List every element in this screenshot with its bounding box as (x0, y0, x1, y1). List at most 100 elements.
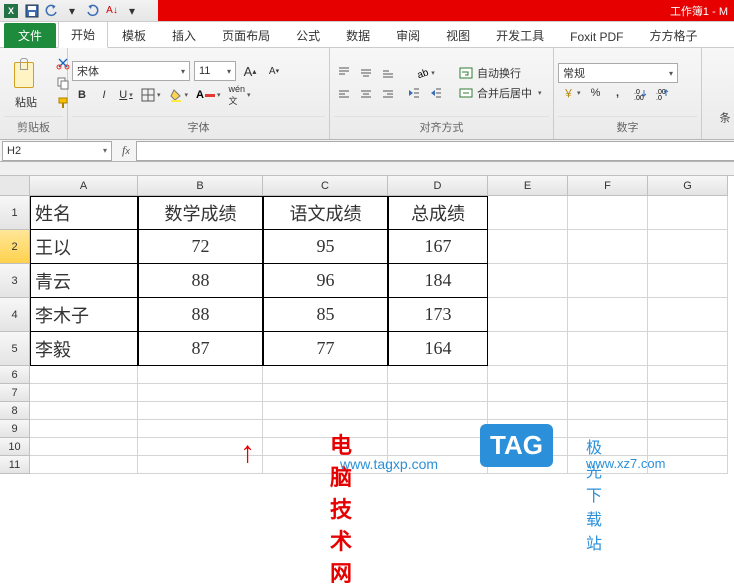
col-header-g[interactable]: G (648, 176, 728, 196)
bold-button[interactable]: B (72, 85, 92, 105)
cell[interactable] (488, 420, 568, 438)
col-header-b[interactable]: B (138, 176, 263, 196)
cell[interactable] (488, 438, 568, 456)
orientation-icon[interactable]: ab▾ (404, 63, 446, 83)
align-left-icon[interactable] (334, 84, 354, 104)
cell[interactable] (263, 420, 388, 438)
cell[interactable] (648, 332, 728, 366)
font-size-combo[interactable]: 11▾ (194, 61, 236, 81)
currency-icon[interactable]: ￥▾ (558, 83, 584, 103)
cell[interactable] (568, 420, 648, 438)
align-bottom-icon[interactable] (378, 62, 398, 82)
align-center-icon[interactable] (356, 84, 376, 104)
cell[interactable] (388, 402, 488, 420)
cell[interactable] (568, 366, 648, 384)
row-header[interactable]: 3 (0, 264, 30, 298)
cell[interactable] (263, 456, 388, 474)
tab-formulas[interactable]: 公式 (284, 23, 332, 48)
formula-input[interactable] (136, 141, 734, 161)
cell[interactable] (488, 366, 568, 384)
increase-decimal-icon[interactable]: .0.00 (630, 83, 650, 103)
cell[interactable] (388, 420, 488, 438)
cell[interactable]: 77 (263, 332, 388, 366)
cell[interactable] (648, 264, 728, 298)
cell[interactable] (138, 456, 263, 474)
comma-icon[interactable]: , (608, 83, 628, 103)
cell[interactable] (488, 332, 568, 366)
cell[interactable]: 85 (263, 298, 388, 332)
cell[interactable]: 88 (138, 298, 263, 332)
row-header[interactable]: 9 (0, 420, 30, 438)
cell[interactable] (488, 230, 568, 264)
cell[interactable]: 167 (388, 230, 488, 264)
cell[interactable]: 96 (263, 264, 388, 298)
cell[interactable]: 李毅 (30, 332, 138, 366)
grow-font-icon[interactable]: A▴ (240, 61, 260, 81)
indent-increase-icon[interactable] (426, 83, 446, 103)
qat-more-icon[interactable]: ▾ (124, 3, 140, 19)
cell[interactable] (138, 438, 263, 456)
cell[interactable] (263, 402, 388, 420)
cell[interactable] (488, 402, 568, 420)
border-button[interactable]: ▾ (138, 85, 164, 105)
tab-data[interactable]: 数据 (334, 23, 382, 48)
row-header[interactable]: 7 (0, 384, 30, 402)
cell[interactable] (388, 438, 488, 456)
tab-template[interactable]: 模板 (110, 23, 158, 48)
cell[interactable] (648, 196, 728, 230)
fx-icon[interactable]: fx (122, 143, 130, 158)
cell[interactable] (568, 264, 648, 298)
cell[interactable]: 姓名 (30, 196, 138, 230)
cell[interactable] (30, 384, 138, 402)
cell[interactable] (568, 438, 648, 456)
cell[interactable] (30, 456, 138, 474)
cell[interactable] (568, 456, 648, 474)
align-middle-icon[interactable] (356, 62, 376, 82)
underline-button[interactable]: U▾ (116, 85, 136, 105)
paste-button[interactable]: 粘贴 (4, 52, 48, 114)
cell[interactable] (568, 402, 648, 420)
tab-foxit[interactable]: Foxit PDF (558, 26, 635, 48)
cell[interactable] (388, 456, 488, 474)
qat-dropdown-icon[interactable]: ▾ (64, 3, 80, 19)
cell[interactable]: 语文成绩 (263, 196, 388, 230)
cell[interactable] (30, 402, 138, 420)
cell[interactable] (488, 298, 568, 332)
cell[interactable] (488, 384, 568, 402)
grid[interactable]: A B C D E F G 1 姓名 数学成绩 语文成绩 总成绩 2 王以 72… (0, 176, 734, 474)
align-right-icon[interactable] (378, 84, 398, 104)
cell[interactable] (648, 438, 728, 456)
row-header[interactable]: 1 (0, 196, 30, 230)
cell[interactable]: 164 (388, 332, 488, 366)
col-header-f[interactable]: F (568, 176, 648, 196)
cell[interactable] (488, 456, 568, 474)
cell[interactable] (263, 384, 388, 402)
fill-color-button[interactable]: ▾ (166, 85, 192, 105)
cell[interactable]: 173 (388, 298, 488, 332)
cell[interactable] (30, 420, 138, 438)
cell[interactable] (648, 420, 728, 438)
cell[interactable] (648, 298, 728, 332)
cell[interactable] (30, 366, 138, 384)
number-format-combo[interactable]: 常规▾ (558, 63, 678, 83)
row-header[interactable]: 10 (0, 438, 30, 456)
font-color-button[interactable]: A▾ (193, 85, 223, 105)
tab-home[interactable]: 开始 (58, 21, 108, 48)
shrink-font-icon[interactable]: A▾ (264, 61, 284, 81)
cell[interactable]: 88 (138, 264, 263, 298)
col-header-d[interactable]: D (388, 176, 488, 196)
cell[interactable]: 王以 (30, 230, 138, 264)
cell[interactable] (568, 332, 648, 366)
italic-button[interactable]: I (94, 85, 114, 105)
cell[interactable] (648, 230, 728, 264)
cell[interactable] (30, 438, 138, 456)
cell[interactable] (138, 384, 263, 402)
cell[interactable] (263, 438, 388, 456)
wrap-text-button[interactable]: 自动换行 (456, 63, 546, 83)
tab-view[interactable]: 视图 (434, 23, 482, 48)
tab-insert[interactable]: 插入 (160, 23, 208, 48)
cell[interactable]: 数学成绩 (138, 196, 263, 230)
cell[interactable] (568, 298, 648, 332)
cell[interactable] (568, 230, 648, 264)
cell[interactable] (263, 366, 388, 384)
